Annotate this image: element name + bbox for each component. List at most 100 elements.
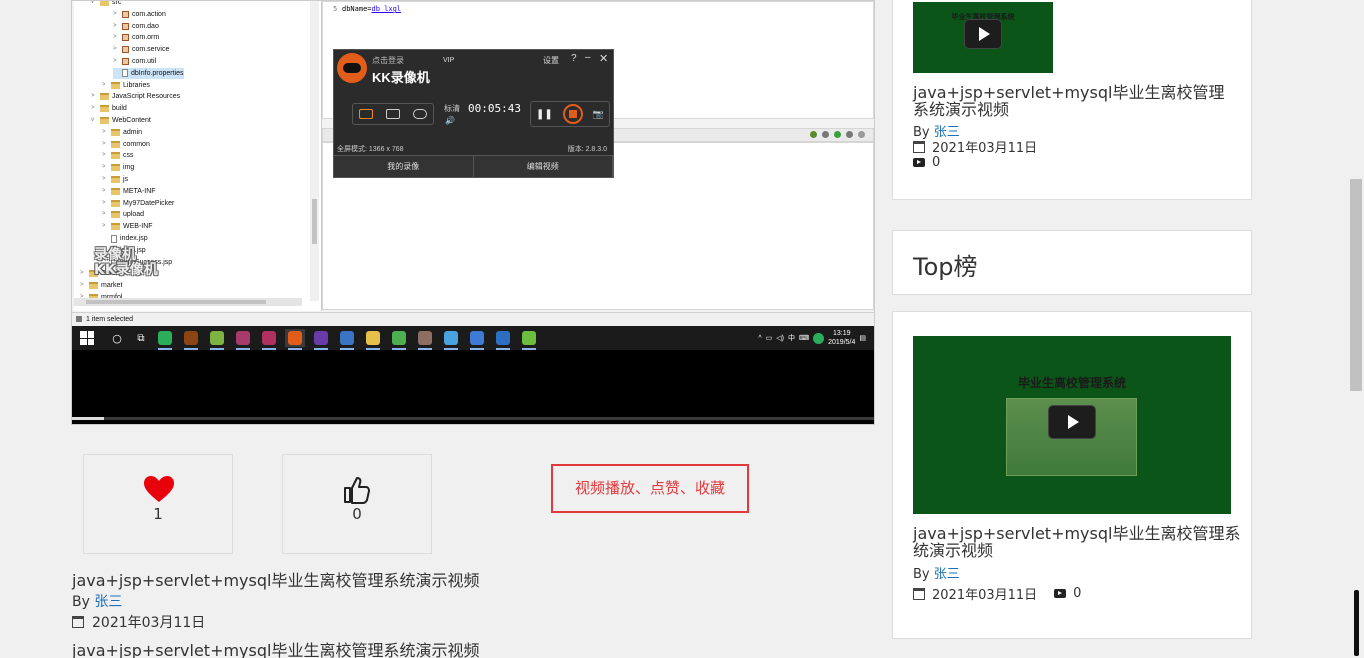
- kk-login-link: 点击登录: [372, 56, 404, 65]
- top-list-title: Top榜: [913, 253, 978, 281]
- card-title[interactable]: java+jsp+servlet+mysql毕业生离校管理 系统演示视频: [913, 84, 1224, 118]
- taskbar-app-icon: [519, 329, 539, 350]
- card-date-views: 2021年03月11日 0: [913, 584, 1081, 603]
- folder-icon: [100, 1, 109, 6]
- tree-twisty-icon: >: [113, 34, 117, 41]
- package-icon: [122, 10, 129, 18]
- kk-minimize-icon: –: [585, 52, 591, 63]
- tree-item: > upload: [102, 209, 144, 220]
- taskbar-clock: 13:19 2019/5/4: [828, 330, 856, 346]
- tree-twisty-icon: >: [102, 176, 106, 182]
- tree-item-label: com.util: [132, 58, 157, 65]
- video-title: java+jsp+servlet+mysql毕业生离校管理系统演示视频: [72, 571, 480, 590]
- tree-twisty-icon: >: [113, 58, 117, 64]
- tree-item: > com.util: [113, 56, 156, 67]
- taskbar-app-icon: [337, 329, 357, 350]
- tree-twisty-icon: >: [113, 10, 117, 17]
- tree-item: > js: [102, 174, 128, 185]
- folder-icon: [111, 211, 120, 219]
- taskbar-app-icon: [181, 329, 201, 350]
- tree-twisty-icon: >: [102, 187, 106, 194]
- tree-twisty-icon: >: [102, 81, 106, 88]
- like-count: 1: [153, 505, 163, 523]
- card-title[interactable]: java+jsp+servlet+mysql毕业生离校管理系 统演示视频: [913, 525, 1240, 559]
- play-icon: [964, 19, 1002, 49]
- taskbar-app-icon: [311, 329, 331, 350]
- monitor-icon: [359, 109, 374, 119]
- tree-twisty-icon: >: [91, 105, 95, 112]
- tree-item: > css: [102, 150, 134, 161]
- related-video-card[interactable]: 毕业生离校管理系统 java+jsp+servlet+mysql毕业生离校管理 …: [892, 0, 1252, 200]
- feature-annotation: 视频播放、点赞、收藏: [551, 464, 749, 513]
- kk-recorder-window: 点击登录 KK录像机 VIP 设置 ? – ✕ 标清 🔊 00:05:43 ❚❚…: [333, 49, 614, 178]
- tree-item: > JavaScript Resources: [91, 91, 180, 102]
- tree-item-label: com.service: [132, 46, 170, 54]
- top-video-card[interactable]: 毕业生离校管理系统 java+jsp+servlet+mysql毕业生离校管理系…: [892, 311, 1252, 639]
- keyboard-icon: ⌨: [799, 335, 810, 342]
- notification-icon: ▤: [859, 335, 866, 342]
- video-progress-bar[interactable]: [72, 417, 874, 420]
- tree-twisty-icon: >: [102, 211, 106, 218]
- card-views: 0: [913, 155, 940, 170]
- video-thumbnail[interactable]: 毕业生离校管理系统: [913, 2, 1053, 73]
- kk-title: KK录像机: [372, 70, 430, 85]
- folder-icon: [100, 117, 109, 124]
- file-icon: [122, 69, 128, 78]
- tree-item: > Libraries: [102, 80, 150, 91]
- kk-vip-badge: VIP: [443, 57, 455, 64]
- tree-item-label: build: [112, 105, 127, 113]
- window-icon: [385, 109, 400, 119]
- kk-version: 版本: 2.8.3.0: [567, 146, 607, 153]
- gamepad-icon: [412, 109, 427, 119]
- tree-item: > META-INF: [102, 186, 156, 197]
- video-progress-fill: [72, 417, 105, 420]
- taskbar-app-icon: [441, 329, 461, 350]
- kk-controls: ❚❚ 📷: [530, 101, 610, 127]
- camera-icon: 📷: [592, 108, 604, 119]
- video-icon: [913, 158, 925, 167]
- author-link[interactable]: 张三: [94, 594, 122, 610]
- tree-item-label: js: [123, 176, 129, 183]
- thumbs-up-icon: [344, 477, 370, 504]
- kk-mode-text: 全屏模式: 1366 x 768: [337, 146, 404, 153]
- thumbs-up-button[interactable]: 0: [282, 454, 432, 554]
- page-scrollbar-thumb[interactable]: [1350, 179, 1362, 391]
- tree-item: > com.orm: [113, 32, 159, 43]
- tray-arrow-icon: ^: [758, 334, 762, 342]
- video-player[interactable]: v src > com.action > com.dao > com.orm > com.serv…: [71, 0, 875, 425]
- calendar-icon: [913, 587, 925, 600]
- tree-item-label: img: [123, 164, 135, 172]
- tree-item-label: src: [112, 0, 122, 6]
- kk-record-time: 00:05:43: [468, 102, 521, 115]
- like-button[interactable]: 1: [83, 454, 233, 554]
- video-description: java+jsp+servlet+mysql毕业生离校管理系统演示视频: [72, 641, 480, 658]
- video-icon: [1054, 589, 1067, 598]
- card-date: 2021年03月11日: [913, 137, 1037, 156]
- tree-item-label: Libraries: [123, 81, 150, 89]
- tree-item-label: WEB-INF: [123, 223, 153, 231]
- heart-icon: [144, 476, 174, 502]
- tree-item-label: My97DatePicker: [123, 199, 175, 207]
- tree-item: > com.service: [113, 44, 169, 55]
- kk-close-icon: ✕: [599, 53, 609, 65]
- tree-twisty-icon: >: [80, 282, 84, 289]
- author-link[interactable]: 张三: [934, 567, 960, 582]
- tree-item: > img: [102, 162, 134, 173]
- tree-item: > com.dao: [113, 21, 159, 32]
- page-scrollbar[interactable]: [1348, 0, 1364, 658]
- tree-item-label: com.action: [132, 10, 166, 18]
- kk-my-videos-button: 我的录像: [334, 155, 474, 177]
- folder-icon: [111, 187, 120, 195]
- tree-twisty-icon: >: [113, 22, 117, 29]
- tree-twisty-icon: >: [102, 128, 106, 135]
- package-icon: [122, 34, 129, 42]
- taskbar-app-icon: [155, 329, 175, 350]
- tree-twisty-icon: >: [113, 46, 117, 53]
- package-icon: [122, 58, 129, 65]
- item-icon: [76, 316, 82, 323]
- video-thumbnail[interactable]: 毕业生离校管理系统: [913, 336, 1231, 514]
- line-number: 5: [333, 5, 338, 13]
- kk-settings-label: 设置: [543, 56, 559, 65]
- pause-icon: ❚❚: [536, 108, 553, 120]
- search-icon: ○: [112, 331, 122, 345]
